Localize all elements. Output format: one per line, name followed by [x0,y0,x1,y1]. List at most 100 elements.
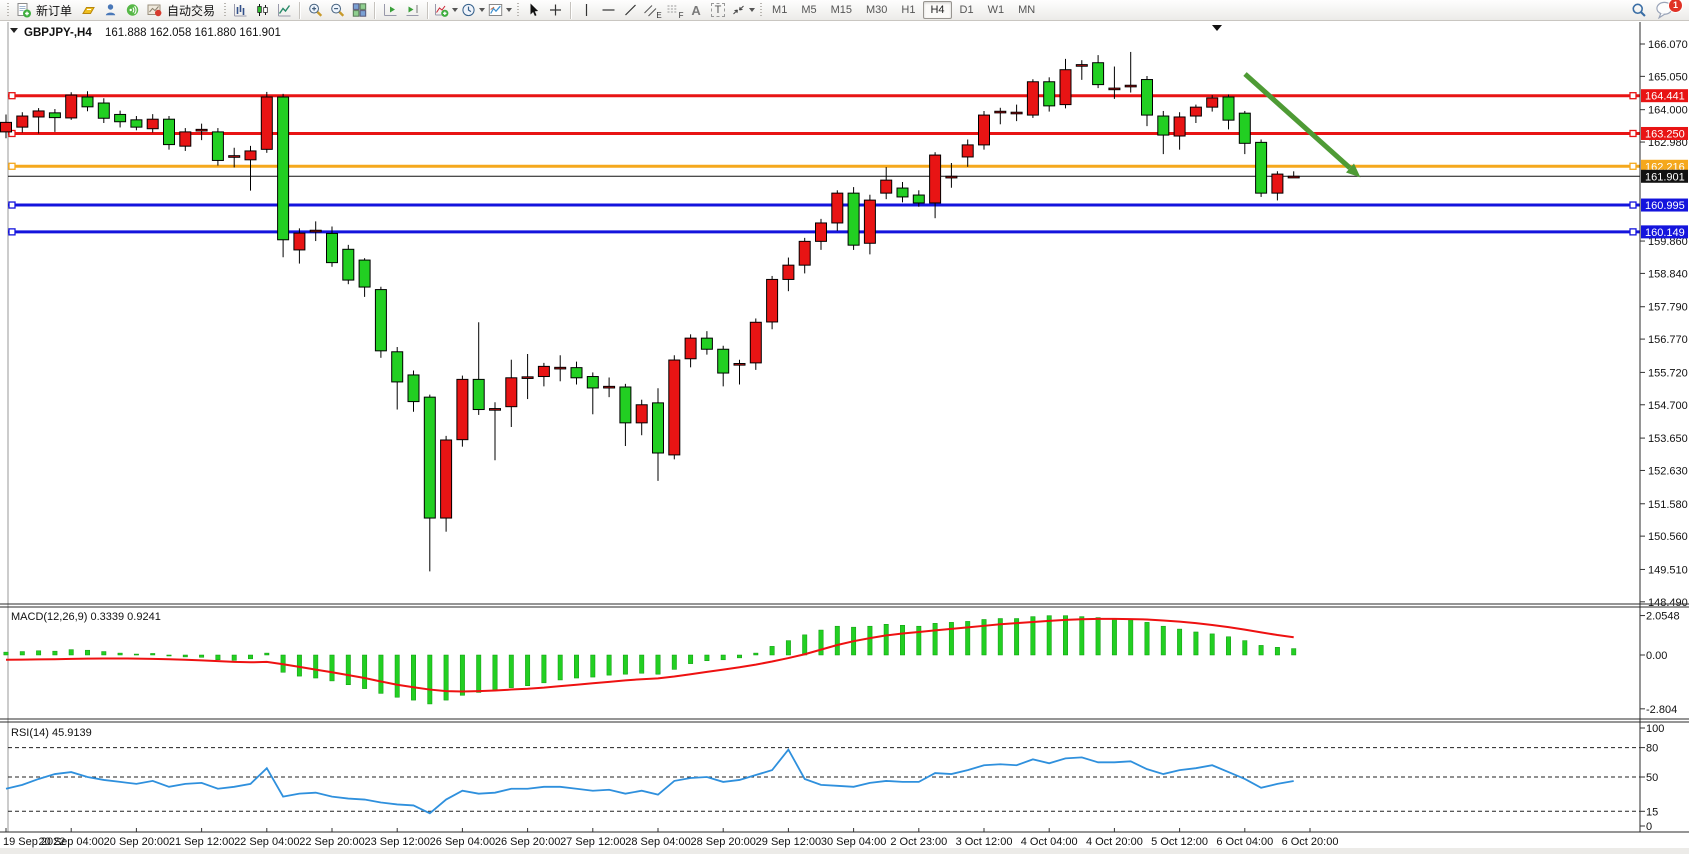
macd-tick-label: -2.804 [1646,704,1677,716]
toolbar-separator [374,2,375,19]
timeframe-d1-button[interactable]: D1 [954,2,980,18]
chat-button[interactable]: 1 [1654,0,1680,20]
time-tick-label: 20 Sep 20:00 [104,836,169,848]
time-tick-label: 28 Sep 20:00 [690,836,755,848]
timeframe-m15-button[interactable]: M15 [825,2,858,18]
line-endpoint-marker[interactable] [1630,93,1636,99]
arrows-button[interactable] [729,1,756,20]
timeframe-w1-button[interactable]: W1 [982,2,1011,18]
indicators-button[interactable] [432,1,459,20]
rsi-tick-label: 0 [1646,821,1652,833]
line-endpoint-marker[interactable] [9,93,15,99]
toolbar-grip[interactable] [758,3,763,18]
new-order-icon [15,2,32,18]
line-endpoint-marker[interactable] [1630,163,1636,169]
timeframe-h4-button[interactable]: H4 [923,1,951,19]
chart-shift-button[interactable] [401,1,423,20]
timeframe-m5-button[interactable]: M5 [795,2,822,18]
price-line-label: 164.441 [1645,91,1685,103]
price-tick-label: 166.070 [1648,39,1688,51]
new-order-button[interactable] [12,1,34,20]
macd-tick-label: 0.00 [1646,650,1667,662]
line-endpoint-marker[interactable] [1630,130,1636,136]
horizontal-line-button[interactable] [597,1,619,20]
timeframe-m30-button[interactable]: M30 [860,2,893,18]
cursor-icon [525,2,542,18]
market-button[interactable] [77,1,99,20]
price-tick-label: 150.560 [1648,531,1688,543]
chart-shift-icon [404,2,421,18]
clock-icon [460,2,477,18]
candlestick-chart-icon [254,2,271,18]
zoom-out-button[interactable] [326,1,348,20]
time-tick-label: 21 Sep 12:00 [169,836,234,848]
template-icon [487,2,504,18]
line-chart-icon [276,2,293,18]
zoom-out-icon [329,2,346,18]
templates-button[interactable] [486,1,513,20]
chart-canvas[interactable]: 166.070165.050164.000162.980159.860158.8… [0,0,1689,854]
crosshair-button[interactable] [544,1,566,20]
text-button[interactable]: A [685,1,707,20]
timeframe-h1-button[interactable]: H1 [895,2,921,18]
timeframe-mn-button[interactable]: MN [1012,2,1041,18]
autotrading-label[interactable]: 自动交易 [167,2,215,19]
autotrading-button[interactable] [143,1,165,20]
dropdown-caret-icon [749,8,755,12]
rsi-label: RSI(14) 45.9139 [11,727,92,739]
horizontal-line-icon [600,2,617,18]
time-tick-label: 22 Sep 04:00 [234,836,299,848]
macd-label: MACD(12,26,9) 0.3339 0.9241 [11,611,161,623]
toolbar-grip[interactable] [515,3,520,18]
line-endpoint-marker[interactable] [9,202,15,208]
signal-icon [124,2,141,18]
zoom-in-icon [307,2,324,18]
line-endpoint-marker[interactable] [1630,229,1636,235]
toolbar-grip[interactable] [5,3,10,18]
auto-scroll-icon [382,2,399,18]
toolbar-separator [570,2,571,19]
price-tick-label: 165.050 [1648,71,1688,83]
periods-button[interactable] [459,1,486,20]
toolbar-separator [427,2,428,19]
line-endpoint-marker[interactable] [9,163,15,169]
text-label-button[interactable]: T [707,1,729,20]
search-button[interactable] [1628,1,1650,20]
line-endpoint-marker[interactable] [9,229,15,235]
price-tick-label: 151.580 [1648,499,1688,511]
dropdown-caret-icon [452,8,458,12]
price-line-label: 161.901 [1645,171,1685,183]
text-label-glyph: T [711,3,726,17]
rsi-tick-label: 100 [1646,723,1664,735]
equidistant-channel-button[interactable]: E [641,1,663,20]
tile-windows-button[interactable] [348,1,370,20]
line-endpoint-marker[interactable] [1630,202,1636,208]
zoom-in-button[interactable] [304,1,326,20]
fibonacci-button[interactable]: F [663,1,685,20]
chart-title: GBPJPY-,H4 [24,27,92,39]
signals-button[interactable] [121,1,143,20]
cursor-button[interactable] [522,1,544,20]
auto-scroll-button[interactable] [379,1,401,20]
vertical-line-button[interactable] [575,1,597,20]
chart-ohlc-values: 161.888 162.058 161.880 161.901 [105,27,281,39]
trendline-button[interactable] [619,1,641,20]
main-toolbar: 新订单 自动交易 [0,0,1689,21]
bar-chart-button[interactable] [229,1,251,20]
toolbar-right-group: 1 [1628,0,1686,20]
line-chart-button[interactable] [273,1,295,20]
new-order-label[interactable]: 新订单 [36,2,72,19]
timeframe-m1-button[interactable]: M1 [766,2,793,18]
time-tick-label: 29 Sep 12:00 [756,836,821,848]
time-tick-label: 22 Sep 20:00 [299,836,364,848]
vertical-line-icon [578,2,595,18]
window-bottom-edge [0,848,1689,854]
arrows-icon [730,2,747,18]
community-button[interactable] [99,1,121,20]
macd-tick-label: 2.0548 [1646,611,1680,623]
candlestick-chart-button[interactable] [251,1,273,20]
fibonacci-glyph: F [679,11,684,20]
time-tick-label: 28 Sep 04:00 [625,836,690,848]
time-tick-label: 2 Oct 23:00 [890,836,947,848]
toolbar-grip[interactable] [222,3,227,18]
